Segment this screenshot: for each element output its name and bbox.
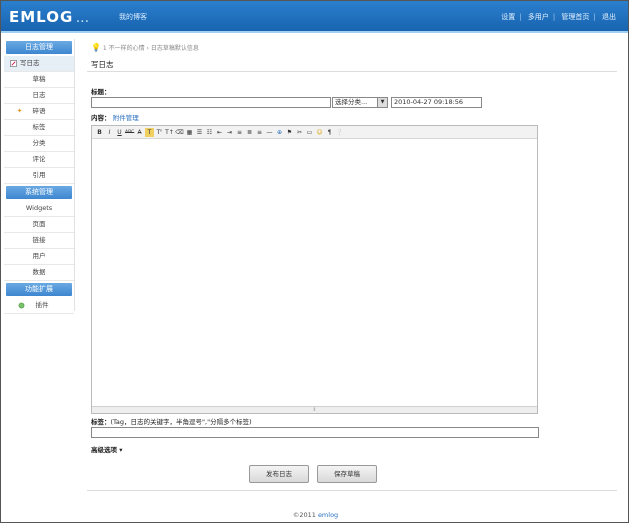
breadcrumb-text[interactable]: 1 不一样的心情 › 日志草稿默认信息 (103, 45, 199, 52)
horizontal-rule-icon[interactable]: — (265, 128, 274, 137)
sidebar-item-drafts[interactable]: 草稿 (4, 72, 74, 88)
sidebar-item-pages[interactable]: 页面 (4, 217, 74, 233)
font-color-button[interactable]: T (145, 127, 154, 137)
section-header-extensions: 功能扩展 (6, 283, 72, 296)
divider: | (593, 13, 596, 21)
sidebar-item-label: 碎语 (32, 107, 46, 115)
pencil-icon (10, 60, 17, 67)
align-right-icon[interactable]: ≡ (255, 128, 264, 137)
publish-button[interactable]: 发布日志 (249, 465, 309, 483)
blog-name-link[interactable]: 我的博客 (119, 12, 147, 22)
outdent-icon[interactable]: ⇤ (215, 128, 224, 137)
logo-text: EMLOG (9, 8, 74, 26)
italic-button[interactable]: I (105, 128, 114, 137)
copyright-text: ©2011 (292, 511, 316, 519)
sidebar-item-twitter[interactable]: ✦ 碎语 (4, 104, 74, 120)
font-size-button[interactable]: T↑ (165, 128, 174, 137)
underline-button[interactable]: U (115, 128, 124, 137)
sidebar: 日志管理 写日志 草稿 日志 ✦ 碎语 标签 分类 评论 引用 系统管理 Widg… (4, 39, 75, 314)
advanced-options-toggle[interactable]: 高级选项 ▾ (91, 444, 123, 454)
strikethrough-button[interactable]: ABC (125, 128, 134, 137)
top-nav: 设置 | 多用户 | 管理首页 | 退出 (497, 12, 616, 22)
sidebar-item-label: 插件 (35, 301, 49, 309)
align-center-icon[interactable]: ≣ (245, 128, 254, 137)
sidebar-item-posts[interactable]: 日志 (4, 88, 74, 104)
sidebar-item-categories[interactable]: 分类 (4, 136, 74, 152)
rich-text-editor[interactable]: B I U ABC A̶ T Tᶠ T↑ ⌫ ▦ ☰ ☷ ⇤ ⇥ ≡ ≣ ≡ —… (91, 125, 538, 414)
page-break-icon[interactable]: ¶ (325, 128, 334, 137)
admin-home-link[interactable]: 管理首页 (561, 13, 589, 21)
logo-dots: ... (76, 15, 90, 25)
page-title: 写日志 (91, 60, 114, 69)
tags-label-text: 标签： (91, 418, 111, 426)
emlog-logo[interactable]: EMLOG... (9, 8, 90, 26)
divider: | (519, 13, 522, 21)
font-family-button[interactable]: Tᶠ (155, 128, 164, 137)
table-icon[interactable]: ▦ (185, 128, 194, 137)
settings-link[interactable]: 设置 (501, 13, 515, 21)
image-icon[interactable]: ▭ (305, 128, 314, 137)
footer: ©2011 emlog (1, 511, 629, 519)
sidebar-item-users[interactable]: 用户 (4, 249, 74, 265)
sidebar-item-plugins[interactable]: 插件 (4, 298, 74, 314)
eraser-icon[interactable]: ⌫ (175, 128, 184, 137)
align-left-icon[interactable]: ≡ (235, 128, 244, 137)
editor-toolbar: B I U ABC A̶ T Tᶠ T↑ ⌫ ▦ ☰ ☷ ⇤ ⇥ ≡ ≣ ≡ —… (92, 126, 537, 139)
remove-format-button[interactable]: A̶ (135, 128, 144, 137)
divider (87, 71, 617, 72)
breadcrumb: 💡 1 不一样的心情 › 日志草稿默认信息 (91, 43, 199, 52)
app-window: EMLOG... 我的博客 设置 | 多用户 | 管理首页 | 退出 日志管理 写日志… (0, 0, 629, 523)
title-label: 标题： (91, 88, 111, 96)
link-icon[interactable]: ⊕ (275, 128, 284, 137)
ordered-list-icon[interactable]: ☰ (195, 128, 204, 137)
cut-icon[interactable]: ✂ (295, 128, 304, 137)
sidebar-item-trackbacks[interactable]: 引用 (4, 168, 74, 184)
sidebar-item-data[interactable]: 数据 (4, 265, 74, 281)
category-value: 选择分类... (335, 98, 368, 106)
unordered-list-icon[interactable]: ☷ (205, 128, 214, 137)
bold-button[interactable]: B (95, 128, 104, 137)
star-icon: ✦ (16, 107, 23, 115)
content-label: 内容： 附件管理 (91, 112, 139, 122)
lightbulb-icon: 💡 (91, 43, 101, 52)
emoticon-icon[interactable]: ☺ (315, 128, 324, 137)
sidebar-item-write-post[interactable]: 写日志 (4, 56, 74, 72)
help-icon[interactable]: ❔ (335, 128, 344, 137)
category-select[interactable]: 选择分类... ▼ (332, 97, 388, 108)
section-header-system: 系统管理 (6, 186, 72, 199)
divider: | (552, 13, 556, 21)
multi-user-link[interactable]: 多用户 (528, 13, 549, 21)
content-label-text: 内容： (91, 114, 111, 122)
emlog-link[interactable]: emlog (318, 511, 338, 519)
plugin-icon (18, 302, 25, 309)
sidebar-item-links[interactable]: 链接 (4, 233, 74, 249)
divider (87, 490, 617, 491)
tags-label: 标签：(Tag，日志的关键字，半角逗号","分隔多个标签) (91, 416, 252, 426)
sidebar-item-tags[interactable]: 标签 (4, 120, 74, 136)
resize-handle[interactable]: ⇕ (92, 406, 537, 413)
date-input[interactable]: 2010-04-27 09:18:56 (391, 97, 482, 108)
tags-input[interactable] (91, 427, 539, 438)
attachment-manager-link[interactable]: 附件管理 (113, 114, 139, 122)
save-draft-button[interactable]: 保存草稿 (317, 465, 377, 483)
anchor-icon[interactable]: ⚑ (285, 128, 294, 137)
logout-link[interactable]: 退出 (602, 13, 616, 21)
sidebar-item-widgets[interactable]: Widgets (4, 201, 74, 217)
top-bar: EMLOG... 我的博客 设置 | 多用户 | 管理首页 | 退出 (1, 1, 628, 33)
chevron-down-icon: ▼ (377, 98, 387, 107)
sidebar-item-label: 写日志 (20, 59, 40, 67)
section-header-posts: 日志管理 (6, 41, 72, 54)
sidebar-item-comments[interactable]: 评论 (4, 152, 74, 168)
title-input[interactable] (91, 97, 331, 108)
indent-icon[interactable]: ⇥ (225, 128, 234, 137)
tags-hint: (Tag，日志的关键字，半角逗号","分隔多个标签) (110, 418, 252, 426)
